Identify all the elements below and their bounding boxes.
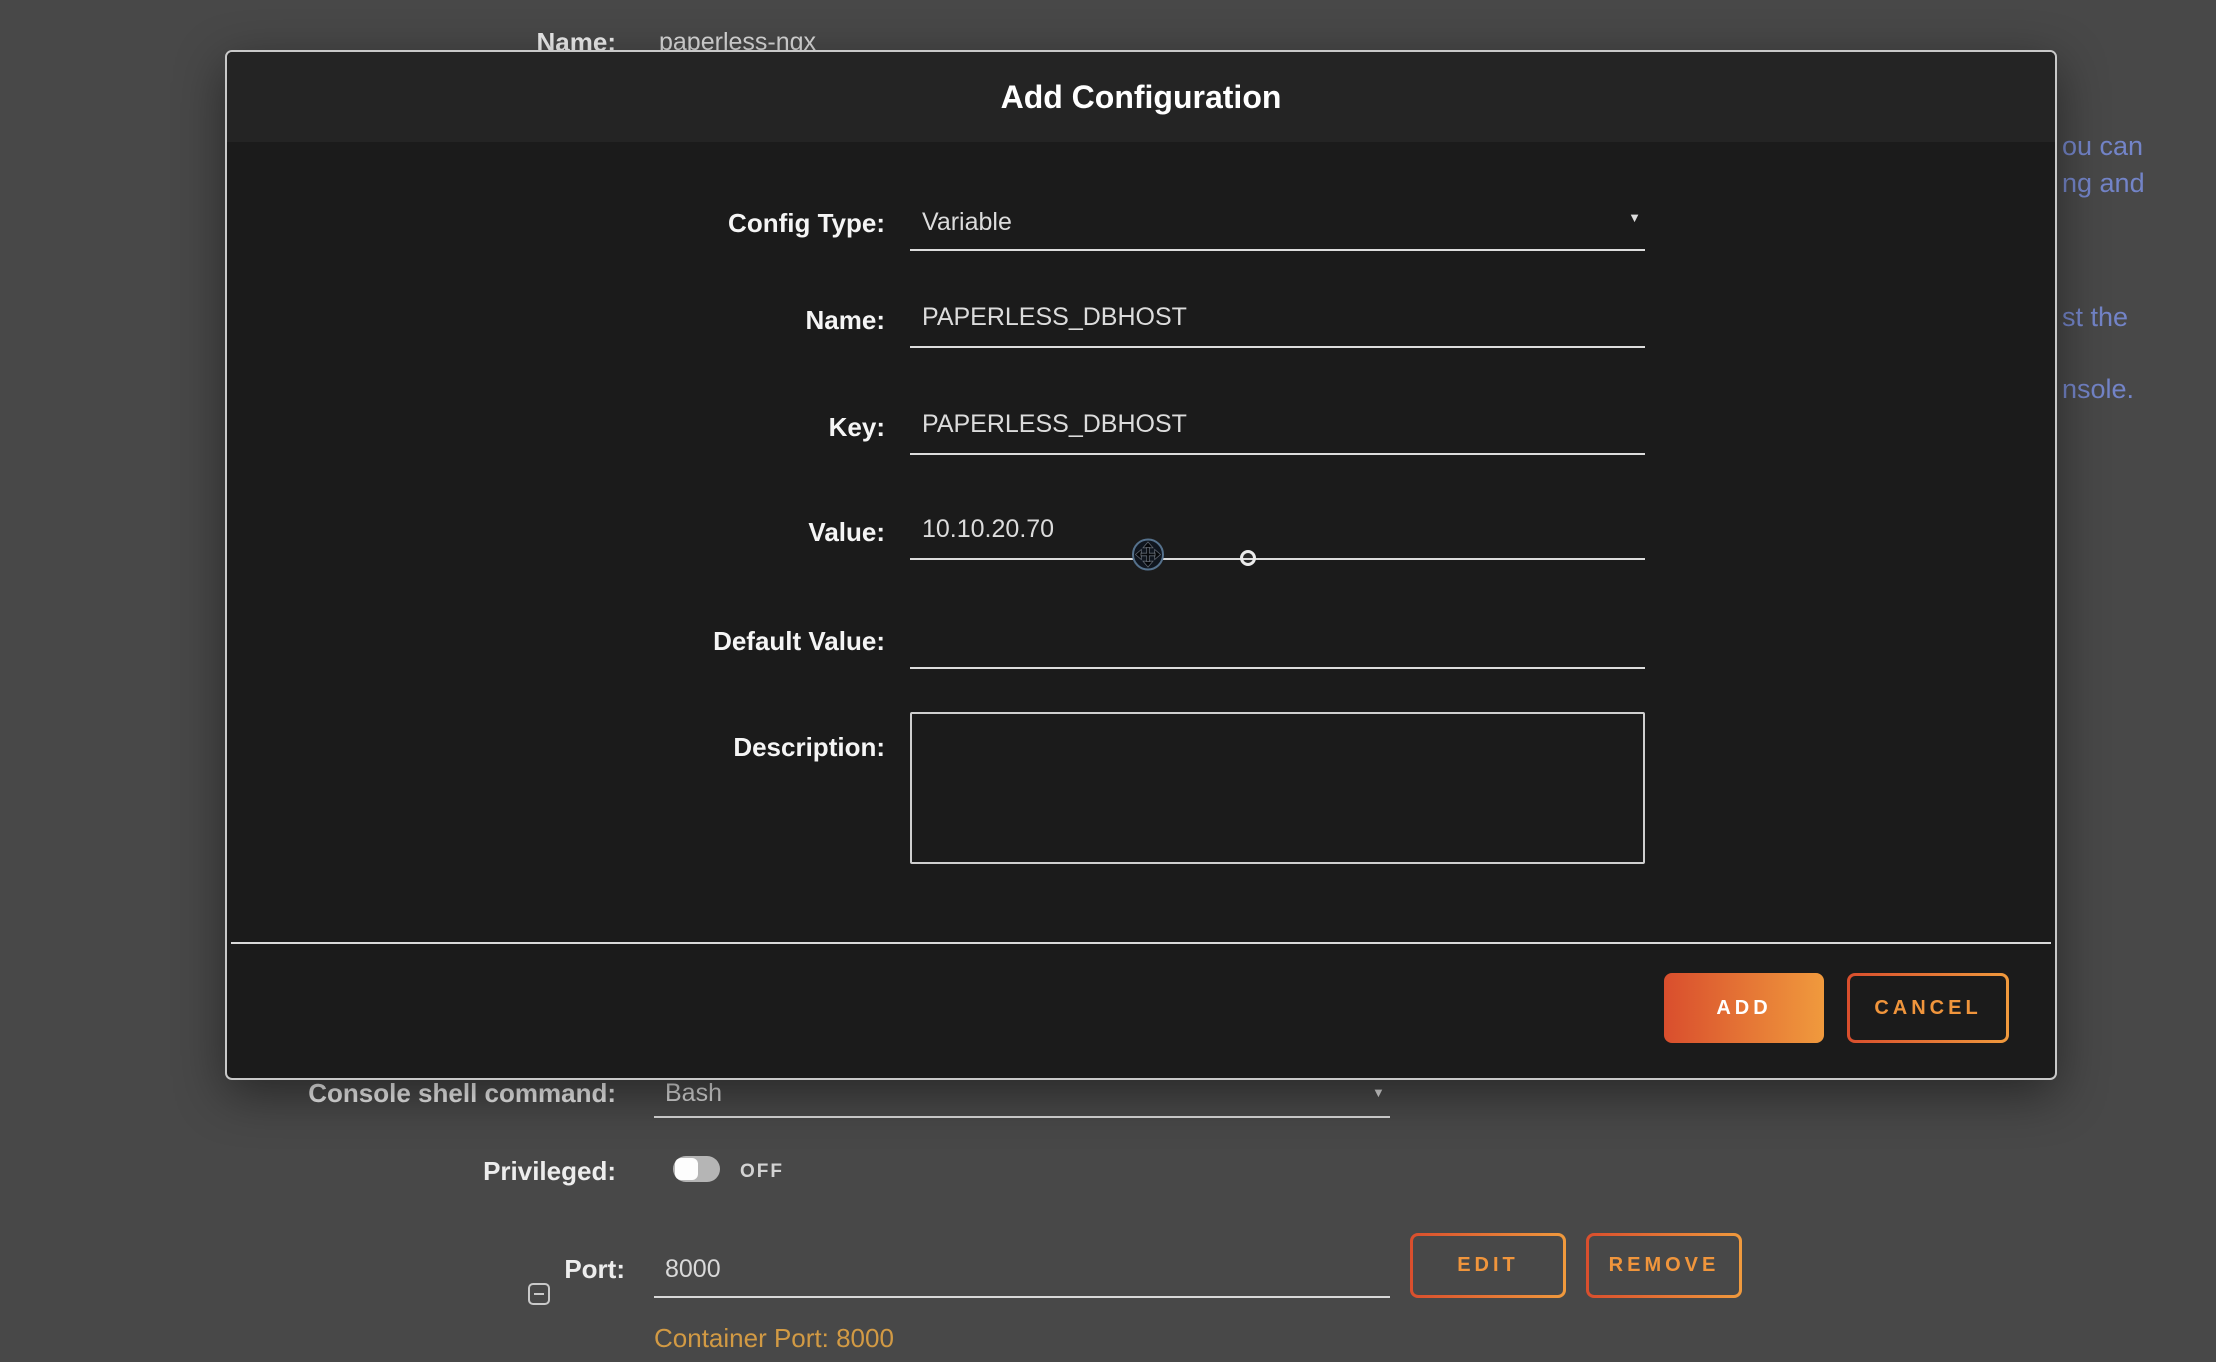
console-shell-label: Console shell command: — [300, 1078, 616, 1109]
toggle-knob — [675, 1158, 698, 1180]
privileged-label: Privileged: — [300, 1156, 616, 1187]
help-text-fragment: ng and — [2062, 168, 2145, 199]
console-shell-select[interactable]: Bash — [665, 1079, 722, 1108]
privileged-toggle[interactable] — [673, 1156, 720, 1182]
click-indicator-icon — [1240, 550, 1256, 566]
description-label: Description: — [577, 712, 885, 763]
help-text-fragment: nsole. — [2062, 374, 2134, 405]
description-row: Description: — [577, 712, 1645, 864]
footer-divider — [231, 942, 2051, 944]
key-label: Key: — [577, 412, 885, 443]
value-input[interactable] — [910, 504, 1645, 558]
default-value-row: Default Value: — [577, 613, 1647, 669]
default-value-label: Default Value: — [577, 626, 885, 657]
config-type-label: Config Type: — [577, 208, 885, 239]
port-value[interactable]: 8000 — [665, 1255, 721, 1284]
privileged-state: OFF — [740, 1161, 784, 1183]
container-port-note: Container Port: 8000 — [654, 1323, 894, 1354]
name-row: Name: — [577, 292, 1647, 348]
value-row: Value: — [577, 504, 1647, 560]
key-row: Key: — [577, 399, 1647, 455]
port-label: Port: — [540, 1254, 625, 1285]
page-background: Name: paperless-ngx ou can ng and st the… — [0, 0, 2216, 48]
config-type-row: Config Type: Variable ▼ — [577, 195, 1647, 251]
config-type-select[interactable]: Variable ▼ — [910, 195, 1645, 251]
collapse-icon[interactable] — [528, 1283, 550, 1305]
value-label: Value: — [577, 517, 885, 548]
move-cursor-icon — [1131, 538, 1165, 577]
name-label: Name: — [577, 305, 885, 336]
help-text-fragment: st the — [2062, 302, 2128, 333]
chevron-down-icon: ▼ — [1628, 211, 1641, 224]
edit-button[interactable]: EDIT — [1410, 1233, 1566, 1298]
default-value-input[interactable] — [910, 613, 1645, 667]
chevron-down-icon[interactable]: ▼ — [1372, 1086, 1385, 1099]
cancel-button[interactable]: CANCEL — [1847, 973, 2009, 1043]
modal-title: Add Configuration — [1001, 79, 1282, 116]
console-shell-underline — [654, 1116, 1390, 1118]
name-input[interactable] — [910, 292, 1645, 346]
key-input[interactable] — [910, 399, 1645, 453]
add-button[interactable]: ADD — [1664, 973, 1824, 1043]
remove-button[interactable]: REMOVE — [1586, 1233, 1742, 1298]
description-textarea[interactable] — [910, 712, 1645, 864]
help-text-fragment: ou can — [2062, 131, 2143, 162]
modal-header: Add Configuration — [227, 52, 2055, 142]
config-type-value[interactable]: Variable — [910, 208, 1645, 237]
port-underline — [654, 1296, 1390, 1298]
